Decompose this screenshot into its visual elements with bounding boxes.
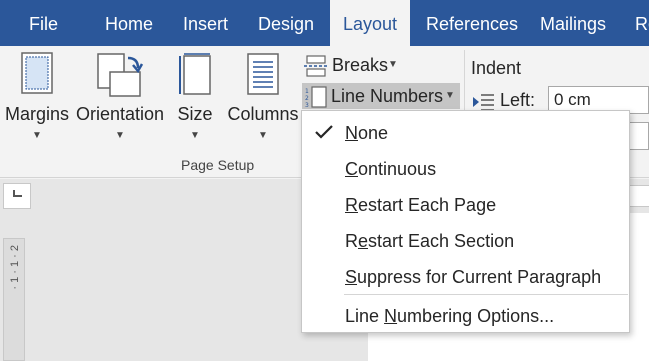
size-button[interactable]: Size ▼	[174, 46, 216, 154]
indent-left-icon	[473, 94, 494, 111]
tab-insert[interactable]: Insert	[183, 0, 228, 46]
caret-down-icon: ▼	[32, 130, 42, 141]
margins-button[interactable]: Margins ▼	[4, 46, 70, 154]
orientation-label: Orientation	[75, 104, 165, 124]
tab-references[interactable]: References	[426, 0, 518, 46]
line-numbers-label: Line Numbers	[331, 86, 444, 106]
menu-item-suppress-current-paragraph[interactable]: Suppress for Current Paragraph	[303, 258, 628, 294]
breaks-icon	[304, 55, 328, 77]
breaks-button[interactable]: Breaks ▼	[302, 52, 402, 78]
menu-separator	[344, 294, 628, 295]
columns-label: Columns	[227, 104, 299, 124]
line-numbers-menu: None Continuous Restart Each Page Restar…	[301, 110, 630, 333]
page-setup-group-label: Page Setup	[181, 157, 255, 173]
tab-home[interactable]: Home	[105, 0, 153, 46]
menu-item-continuous[interactable]: Continuous	[303, 150, 628, 186]
ribbon-tab-bar: File Home Insert Design Layout Reference…	[0, 0, 649, 46]
tab-design[interactable]: Design	[258, 0, 314, 46]
caret-down-icon: ▼	[388, 59, 398, 70]
menu-item-none[interactable]: None	[303, 114, 628, 150]
orientation-button[interactable]: Orientation ▼	[74, 46, 166, 154]
menu-item-line-numbering-options[interactable]: Line Numbering Options...	[303, 297, 628, 333]
menu-item-label: Continuous	[345, 159, 437, 179]
line-numbers-button[interactable]: 1 2 3 Line Numbers ▼	[302, 83, 460, 109]
checkmark-icon	[315, 125, 333, 139]
tab-layout[interactable]: Layout	[330, 0, 410, 46]
menu-item-restart-each-section[interactable]: Restart Each Section	[303, 222, 628, 258]
caret-down-icon: ▼	[445, 90, 455, 101]
menu-item-label: Restart Each Section	[345, 231, 515, 251]
columns-button[interactable]: Columns ▼	[225, 46, 301, 154]
svg-text:2: 2	[305, 95, 309, 102]
menu-item-label: Restart Each Page	[345, 195, 497, 215]
caret-down-icon: ▼	[115, 130, 125, 141]
breaks-label: Breaks	[332, 55, 389, 75]
margins-label: Margins	[4, 104, 70, 124]
indent-title: Indent	[471, 58, 522, 78]
left-tab-icon	[13, 190, 22, 197]
line-numbers-icon: 1 2 3	[305, 86, 327, 108]
menu-item-label: Suppress for Current Paragraph	[345, 267, 602, 287]
menu-item-label: Line Numbering Options...	[345, 306, 555, 326]
tab-review[interactable]: Re	[635, 0, 649, 46]
tab-selector[interactable]	[3, 183, 31, 209]
svg-text:1: 1	[305, 88, 309, 95]
svg-text:3: 3	[305, 102, 309, 108]
columns-icon	[247, 53, 279, 95]
tab-file[interactable]: File	[29, 0, 58, 46]
orientation-icon	[97, 53, 144, 97]
indent-left-label: Left:	[500, 90, 536, 110]
vertical-ruler-marks: · 1 · 1 · 2	[9, 245, 21, 290]
tab-mailings[interactable]: Mailings	[540, 0, 606, 46]
menu-item-restart-each-page[interactable]: Restart Each Page	[303, 186, 628, 222]
caret-down-icon: ▼	[190, 130, 200, 141]
caret-down-icon: ▼	[258, 130, 268, 141]
size-label: Size	[177, 104, 213, 124]
menu-item-label: None	[345, 123, 389, 143]
size-icon	[179, 53, 211, 95]
margins-icon	[21, 52, 53, 94]
vertical-ruler[interactable]: · 1 · 1 · 2	[3, 238, 25, 361]
